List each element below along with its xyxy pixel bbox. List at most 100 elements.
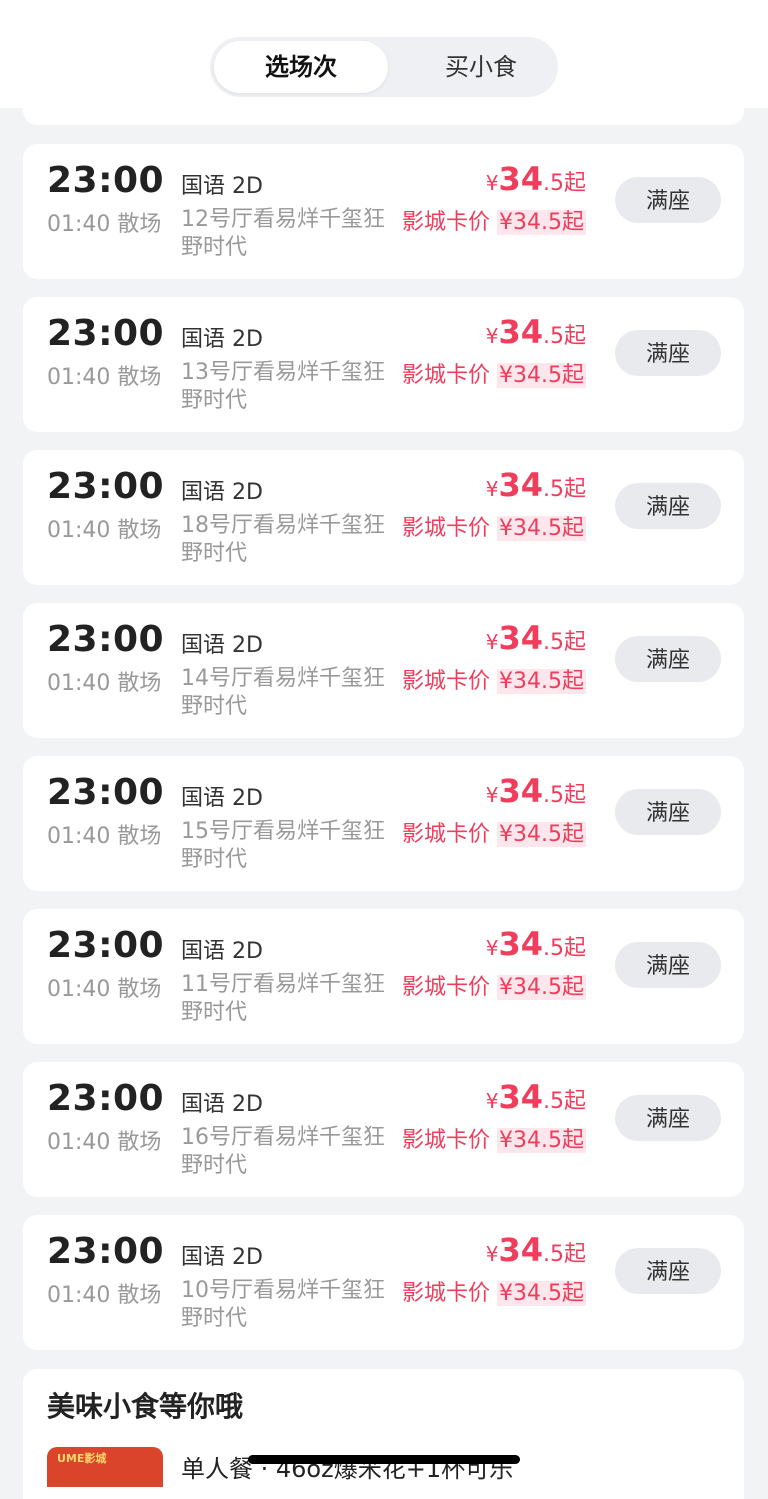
showtime-row[interactable]: 23:00 01:40 散场 国语 2D 10号厅看易烊千玺狂野时代 ¥34.5… (23, 1215, 744, 1350)
hall-info: 11号厅看易烊千玺狂野时代 (181, 972, 385, 1025)
card-price-label: 影城卡价 (402, 1281, 491, 1306)
card-price-label: 影城卡价 (402, 975, 491, 1000)
sold-out-button[interactable]: 满座 (615, 177, 721, 223)
hall-info: 12号厅看易烊千玺狂野时代 (181, 207, 385, 260)
price-integer: 34 (498, 466, 543, 504)
showtime-row[interactable]: 23:00 01:40 散场 国语 2D 12号厅看易烊千玺狂野时代 ¥34.5… (23, 144, 744, 279)
card-price-value: ¥34.5起 (497, 210, 586, 235)
currency-symbol: ¥ (485, 171, 499, 195)
price-suffix: 起 (563, 936, 586, 961)
hall-info: 10号厅看易烊千玺狂野时代 (181, 1278, 385, 1331)
price-decimal: .5 (542, 630, 564, 655)
sold-out-button[interactable]: 满座 (615, 636, 721, 682)
snacks-section: 美味小食等你哦 UME影城 单人餐 · 46oz爆米花+1杯可乐 (23, 1369, 744, 1499)
currency-symbol: ¥ (485, 936, 499, 960)
card-price-label: 影城卡价 (402, 1128, 491, 1153)
start-time: 23:00 (47, 772, 165, 813)
price-decimal: .5 (542, 477, 564, 502)
hall-info: 18号厅看易烊千玺狂野时代 (181, 513, 385, 566)
sold-out-button[interactable]: 满座 (615, 483, 721, 529)
end-time: 01:40 散场 (47, 1130, 162, 1155)
sold-out-button[interactable]: 满座 (615, 1248, 721, 1294)
showtime-row[interactable]: 23:00 01:40 散场 国语 2D 14号厅看易烊千玺狂野时代 ¥34.5… (23, 603, 744, 738)
hall-info: 13号厅看易烊千玺狂野时代 (181, 360, 385, 413)
sold-out-button[interactable]: 满座 (615, 789, 721, 835)
segment-control: 选场次 买小食 (210, 37, 558, 97)
currency-symbol: ¥ (485, 477, 499, 501)
price-decimal: .5 (542, 171, 564, 196)
showtime-row[interactable]: 23:00 01:40 散场 国语 2D 11号厅看易烊千玺狂野时代 ¥34.5… (23, 909, 744, 1044)
language-format: 国语 2D (181, 1092, 263, 1117)
language-format: 国语 2D (181, 174, 263, 199)
price: ¥34.5起 (486, 1078, 586, 1116)
price-suffix: 起 (563, 630, 586, 655)
currency-symbol: ¥ (485, 783, 499, 807)
tab-snacks[interactable]: 买小食 (396, 41, 566, 93)
price: ¥34.5起 (486, 160, 586, 198)
end-time: 01:40 散场 (47, 518, 162, 543)
card-price-value: ¥34.5起 (497, 975, 586, 1000)
card-price-label: 影城卡价 (402, 516, 491, 541)
start-time: 23:00 (47, 1078, 165, 1119)
showtime-row[interactable]: 23:00 01:40 散场 国语 2D 18号厅看易烊千玺狂野时代 ¥34.5… (23, 450, 744, 585)
showtime-row[interactable]: 23:00 01:40 散场 国语 2D 13号厅看易烊千玺狂野时代 ¥34.5… (23, 297, 744, 432)
showtime-list: 23:00 01:40 散场 国语 2D 12号厅看易烊千玺狂野时代 ¥34.5… (23, 144, 744, 1368)
price-suffix: 起 (563, 1089, 586, 1114)
card-price: 影城卡价 ¥34.5起 (402, 816, 586, 848)
price: ¥34.5起 (486, 1231, 586, 1269)
sold-out-button[interactable]: 满座 (615, 1095, 721, 1141)
price: ¥34.5起 (486, 772, 586, 810)
card-price: 影城卡价 ¥34.5起 (402, 1122, 586, 1154)
language-format: 国语 2D (181, 786, 263, 811)
card-price-value: ¥34.5起 (497, 1281, 586, 1306)
price-suffix: 起 (563, 171, 586, 196)
start-time: 23:00 (47, 619, 165, 660)
start-time: 23:00 (47, 925, 165, 966)
price-integer: 34 (498, 619, 543, 657)
card-price-label: 影城卡价 (402, 669, 491, 694)
hall-info: 14号厅看易烊千玺狂野时代 (181, 666, 385, 719)
price-integer: 34 (498, 925, 543, 963)
start-time: 23:00 (47, 466, 165, 507)
showtime-row[interactable]: 23:00 01:40 散场 国语 2D 15号厅看易烊千玺狂野时代 ¥34.5… (23, 756, 744, 891)
sold-out-button[interactable]: 满座 (615, 942, 721, 988)
sold-out-button[interactable]: 满座 (615, 330, 721, 376)
language-format: 国语 2D (181, 327, 263, 352)
price-integer: 34 (498, 1078, 543, 1116)
top-bar: 选场次 买小食 (0, 0, 768, 108)
price-integer: 34 (498, 1231, 543, 1269)
card-price-value: ¥34.5起 (497, 363, 586, 388)
card-price: 影城卡价 ¥34.5起 (402, 357, 586, 389)
currency-symbol: ¥ (485, 1242, 499, 1266)
language-format: 国语 2D (181, 1245, 263, 1270)
card-price: 影城卡价 ¥34.5起 (402, 663, 586, 695)
price-decimal: .5 (542, 1089, 564, 1114)
snack-brand-logo: UME影城 (57, 1452, 107, 1465)
card-price-value: ¥34.5起 (497, 1128, 586, 1153)
end-time: 01:40 散场 (47, 212, 162, 237)
card-price-value: ¥34.5起 (497, 669, 586, 694)
showtime-row[interactable]: 23:00 01:40 散场 国语 2D 16号厅看易烊千玺狂野时代 ¥34.5… (23, 1062, 744, 1197)
price-suffix: 起 (563, 324, 586, 349)
home-indicator (248, 1455, 520, 1464)
card-price: 影城卡价 ¥34.5起 (402, 204, 586, 236)
snacks-title: 美味小食等你哦 (47, 1390, 244, 1423)
card-price-value: ¥34.5起 (497, 822, 586, 847)
price: ¥34.5起 (486, 466, 586, 504)
card-price-label: 影城卡价 (402, 210, 491, 235)
tab-showtimes[interactable]: 选场次 (214, 41, 388, 93)
price-integer: 34 (498, 313, 543, 351)
price-decimal: .5 (542, 783, 564, 808)
start-time: 23:00 (47, 313, 165, 354)
hall-info: 16号厅看易烊千玺狂野时代 (181, 1125, 385, 1178)
hall-info: 15号厅看易烊千玺狂野时代 (181, 819, 385, 872)
snack-image[interactable]: UME影城 (47, 1447, 163, 1487)
card-price: 影城卡价 ¥34.5起 (402, 510, 586, 542)
price: ¥34.5起 (486, 313, 586, 351)
end-time: 01:40 散场 (47, 671, 162, 696)
end-time: 01:40 散场 (47, 365, 162, 390)
end-time: 01:40 散场 (47, 977, 162, 1002)
card-price: 影城卡价 ¥34.5起 (402, 969, 586, 1001)
currency-symbol: ¥ (485, 1089, 499, 1113)
price-decimal: .5 (542, 324, 564, 349)
